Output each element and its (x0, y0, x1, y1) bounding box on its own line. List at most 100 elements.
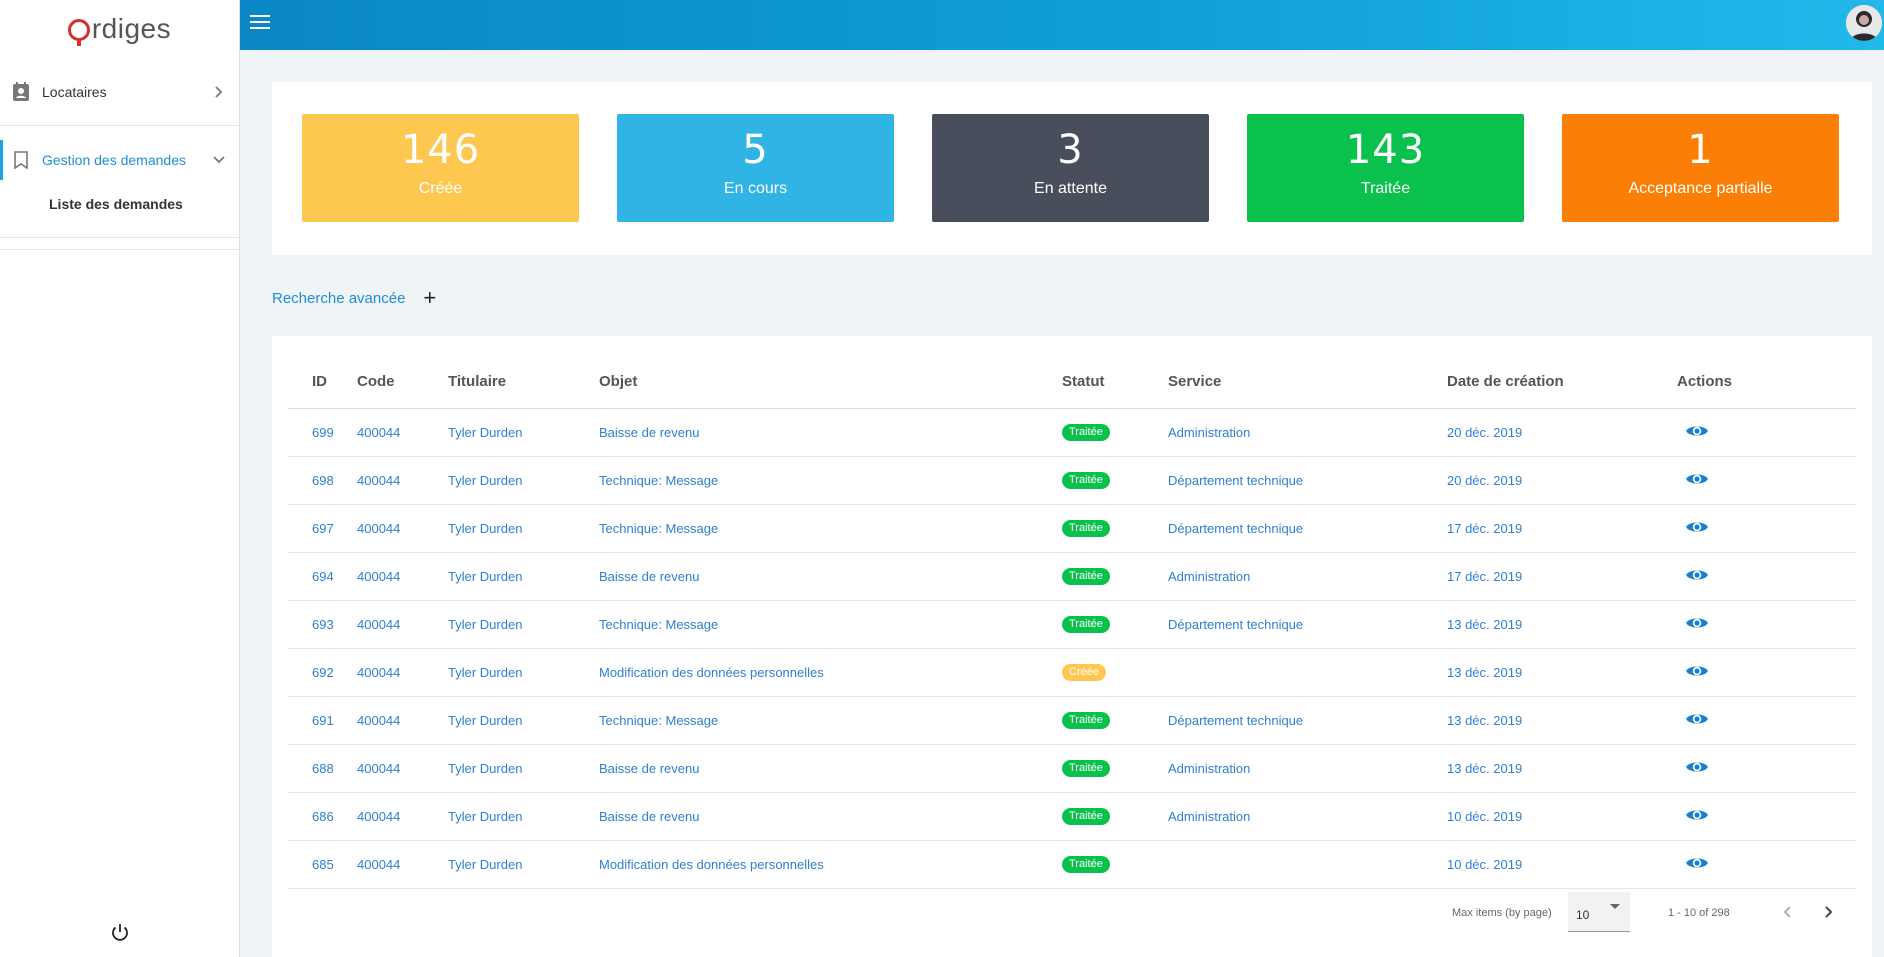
cell-date-creation[interactable]: 13 déc. 2019 (1447, 648, 1677, 697)
cell-titulaire[interactable]: Tyler Durden (448, 744, 599, 793)
cell-titulaire[interactable]: Tyler Durden (448, 696, 599, 745)
cell-titulaire[interactable]: Tyler Durden (448, 552, 599, 601)
stat-tile-creee[interactable]: 146 Créée (302, 114, 579, 222)
cell-objet[interactable]: Technique: Message (599, 504, 1062, 553)
cell-id[interactable]: 697 (288, 504, 357, 553)
cell-service[interactable]: Département technique (1168, 504, 1447, 553)
view-eye-icon[interactable] (1685, 519, 1709, 535)
table-row[interactable]: 694 400044 Tyler Durden Baisse de revenu Tra… (288, 552, 1856, 601)
column-header-titulaire[interactable]: Titulaire (448, 336, 599, 409)
cell-id[interactable]: 686 (288, 792, 357, 841)
cell-date-creation[interactable]: 13 déc. 2019 (1447, 600, 1677, 649)
cell-service[interactable] (1168, 840, 1447, 889)
cell-date-creation[interactable]: 20 déc. 2019 (1447, 408, 1677, 457)
cell-service[interactable]: Département technique (1168, 600, 1447, 649)
cell-objet[interactable]: Technique: Message (599, 600, 1062, 649)
cell-id[interactable]: 692 (288, 648, 357, 697)
cell-code[interactable]: 400044 (357, 696, 448, 745)
table-row[interactable]: 699 400044 Tyler Durden Baisse de revenu Tra… (288, 408, 1856, 457)
cell-code[interactable]: 400044 (357, 648, 448, 697)
sidebar-item-gestion-demandes[interactable]: Gestion des demandes (0, 126, 239, 194)
cell-objet[interactable]: Baisse de revenu (599, 792, 1062, 841)
column-header-date-creation[interactable]: Date de création (1447, 336, 1677, 409)
cell-objet[interactable]: Modification des données personnelles (599, 840, 1062, 889)
cell-titulaire[interactable]: Tyler Durden (448, 792, 599, 841)
cell-id[interactable]: 691 (288, 696, 357, 745)
column-header-service[interactable]: Service (1168, 336, 1447, 409)
cell-titulaire[interactable]: Tyler Durden (448, 456, 599, 505)
cell-id[interactable]: 694 (288, 552, 357, 601)
cell-date-creation[interactable]: 10 déc. 2019 (1447, 792, 1677, 841)
table-row[interactable]: 692 400044 Tyler Durden Modification des do… (288, 648, 1856, 697)
cell-objet[interactable]: Baisse de revenu (599, 552, 1062, 601)
cell-code[interactable]: 400044 (357, 840, 448, 889)
cell-date-creation[interactable]: 17 déc. 2019 (1447, 504, 1677, 553)
column-header-id[interactable]: ID (288, 336, 357, 409)
cell-code[interactable]: 400044 (357, 552, 448, 601)
cell-code[interactable]: 400044 (357, 408, 448, 457)
sidebar-item-locataires[interactable]: Locataires (0, 58, 239, 126)
view-eye-icon[interactable] (1685, 807, 1709, 823)
cell-code[interactable]: 400044 (357, 600, 448, 649)
cell-service[interactable]: Département technique (1168, 696, 1447, 745)
table-row[interactable]: 693 400044 Tyler Durden Technique: Message T… (288, 600, 1856, 649)
cell-code[interactable]: 400044 (357, 744, 448, 793)
table-row[interactable]: 686 400044 Tyler Durden Baisse de revenu Tra… (288, 792, 1856, 841)
chevron-right-icon[interactable] (1818, 902, 1838, 922)
app-logo[interactable]: rdiges (0, 0, 239, 58)
view-eye-icon[interactable] (1685, 759, 1709, 775)
cell-objet[interactable]: Baisse de revenu (599, 408, 1062, 457)
advanced-search-link[interactable]: Recherche avancée (272, 290, 405, 307)
chevron-left-icon[interactable] (1778, 902, 1798, 922)
stat-tile-acceptance-partialle[interactable]: 1 Acceptance partialle (1562, 114, 1839, 222)
cell-objet[interactable]: Technique: Message (599, 456, 1062, 505)
cell-titulaire[interactable]: Tyler Durden (448, 840, 599, 889)
cell-code[interactable]: 400044 (357, 456, 448, 505)
cell-code[interactable]: 400044 (357, 792, 448, 841)
view-eye-icon[interactable] (1685, 471, 1709, 487)
table-row[interactable]: 685 400044 Tyler Durden Modification des do… (288, 840, 1856, 889)
avatar[interactable] (1846, 5, 1882, 41)
cell-date-creation[interactable]: 13 déc. 2019 (1447, 696, 1677, 745)
cell-date-creation[interactable]: 20 déc. 2019 (1447, 456, 1677, 505)
stat-tile-en-attente[interactable]: 3 En attente (932, 114, 1209, 222)
cell-service[interactable]: Administration (1168, 552, 1447, 601)
cell-objet[interactable]: Modification des données personnelles (599, 648, 1062, 697)
cell-titulaire[interactable]: Tyler Durden (448, 648, 599, 697)
view-eye-icon[interactable] (1685, 615, 1709, 631)
view-eye-icon[interactable] (1685, 855, 1709, 871)
table-row[interactable]: 697 400044 Tyler Durden Technique: Message T… (288, 504, 1856, 553)
stat-tile-traitee[interactable]: 143 Traitée (1247, 114, 1524, 222)
cell-titulaire[interactable]: Tyler Durden (448, 504, 599, 553)
cell-titulaire[interactable]: Tyler Durden (448, 600, 599, 649)
cell-service[interactable]: Département technique (1168, 456, 1447, 505)
table-row[interactable]: 688 400044 Tyler Durden Baisse de revenu Tra… (288, 744, 1856, 793)
cell-objet[interactable]: Technique: Message (599, 696, 1062, 745)
cell-id[interactable]: 685 (288, 840, 357, 889)
page-size-select[interactable]: 10 (1568, 892, 1630, 932)
cell-date-creation[interactable]: 13 déc. 2019 (1447, 744, 1677, 793)
cell-date-creation[interactable]: 10 déc. 2019 (1447, 840, 1677, 889)
cell-objet[interactable]: Baisse de revenu (599, 744, 1062, 793)
plus-icon[interactable]: + (423, 287, 436, 309)
cell-service[interactable]: Administration (1168, 408, 1447, 457)
view-eye-icon[interactable] (1685, 663, 1709, 679)
view-eye-icon[interactable] (1685, 423, 1709, 439)
cell-id[interactable]: 698 (288, 456, 357, 505)
cell-service[interactable]: Administration (1168, 792, 1447, 841)
view-eye-icon[interactable] (1685, 567, 1709, 583)
power-icon[interactable] (109, 921, 131, 943)
column-header-objet[interactable]: Objet (599, 336, 1062, 409)
stat-tile-en-cours[interactable]: 5 En cours (617, 114, 894, 222)
cell-id[interactable]: 688 (288, 744, 357, 793)
cell-service[interactable]: Administration (1168, 744, 1447, 793)
table-row[interactable]: 691 400044 Tyler Durden Technique: Message T… (288, 696, 1856, 745)
cell-date-creation[interactable]: 17 déc. 2019 (1447, 552, 1677, 601)
view-eye-icon[interactable] (1685, 711, 1709, 727)
column-header-code[interactable]: Code (357, 336, 448, 409)
column-header-statut[interactable]: Statut (1062, 336, 1168, 409)
sidebar-subitem-liste-demandes[interactable]: Liste des demandes (0, 194, 239, 238)
cell-service[interactable] (1168, 648, 1447, 697)
cell-id[interactable]: 693 (288, 600, 357, 649)
cell-code[interactable]: 400044 (357, 504, 448, 553)
